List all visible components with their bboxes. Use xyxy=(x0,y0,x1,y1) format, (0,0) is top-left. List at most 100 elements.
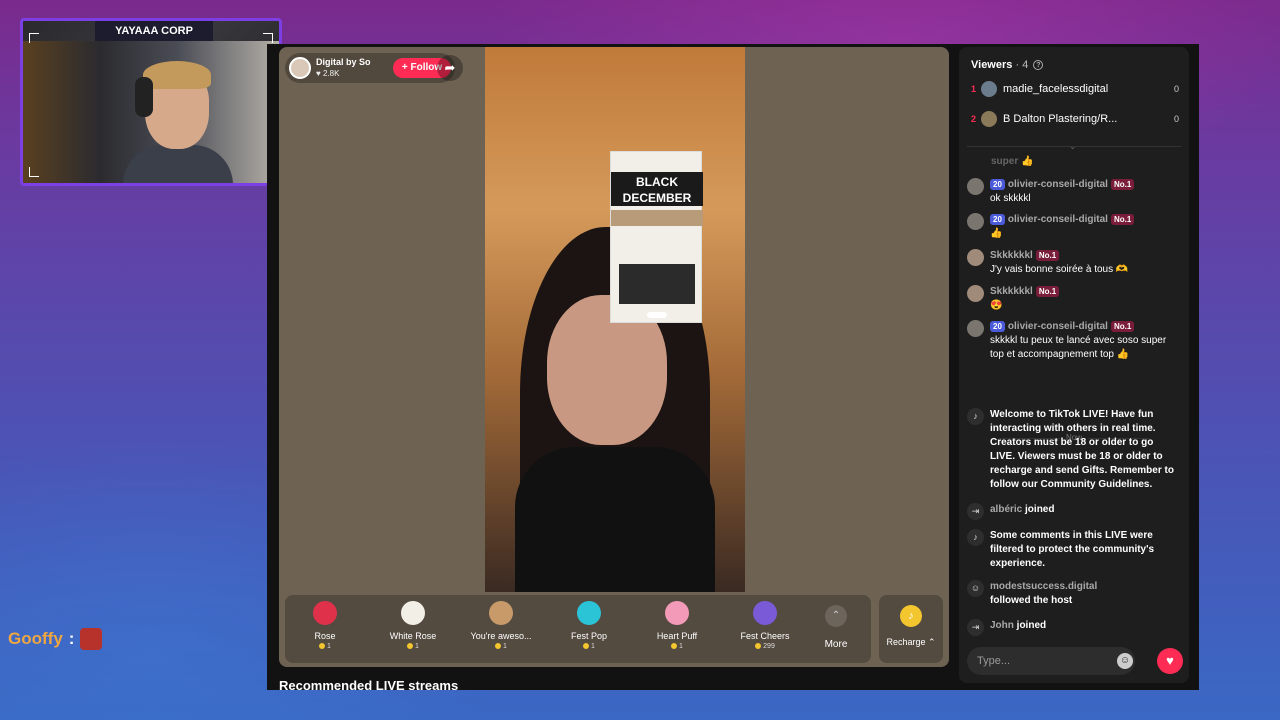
webcam-title: YAYAAA CORP xyxy=(95,21,213,41)
join-icon: ⇥ xyxy=(967,503,984,520)
gift-price: 299 xyxy=(725,643,805,650)
viewers-header: Viewers · 4 ? xyxy=(971,59,1044,71)
viewer-row[interactable]: 2 B Dalton Plastering/R... 0 xyxy=(971,110,1179,128)
viewers-label: Viewers xyxy=(971,59,1013,71)
viewer-score: 0 xyxy=(1173,84,1179,94)
level-badge: 20 xyxy=(990,179,1005,190)
avatar[interactable] xyxy=(967,178,984,195)
avatar[interactable] xyxy=(967,213,984,230)
promo-band: BLACK DECEMBER xyxy=(611,172,703,206)
gift-name: Heart Puff xyxy=(656,631,698,641)
chat-text: ok skkkkl xyxy=(990,193,1031,204)
viewer-rank: 2 xyxy=(971,114,977,124)
tiktok-icon: ♪ xyxy=(967,408,984,425)
host-info[interactable]: Digital by So ♥ 2.8K + Follow xyxy=(285,53,455,83)
tiktok-coin-icon: ♪ xyxy=(900,605,922,627)
gift-price: 1 xyxy=(285,643,365,650)
gift-name: Fest Cheers xyxy=(740,631,790,641)
white-rose-icon xyxy=(401,601,425,625)
chat-message: 20 olivier-conseil-digital No.1 👍 xyxy=(967,213,1181,241)
promo-image: BLACK DECEMBER xyxy=(610,151,703,323)
viewer-rank: 1 xyxy=(971,84,977,94)
join-action: joined xyxy=(1016,620,1047,631)
chat-panel: Viewers · 4 ? 1 madie_facelessdigital 0 … xyxy=(959,47,1189,683)
avatar[interactable] xyxy=(967,320,984,337)
join-icon: ⇥ xyxy=(967,619,984,636)
chat-text: J'y vais bonne soirée à tous 🫶 xyxy=(990,264,1129,275)
gift-price: 1 xyxy=(373,643,453,650)
gift-name: Fest Pop xyxy=(570,631,608,641)
rank-badge: No.1 xyxy=(1110,321,1135,332)
fest-cheers-icon xyxy=(753,601,777,625)
gift-price: 1 xyxy=(461,643,541,650)
chat-username[interactable]: olivier-conseil-digital xyxy=(1008,179,1108,190)
live-video[interactable]: BLACK DECEMBER xyxy=(485,47,745,592)
avatar[interactable] xyxy=(967,249,984,266)
recharge-label: Recharge ⌃ xyxy=(886,637,936,647)
chat-text: 👍 xyxy=(990,228,1003,239)
webcam-overlay: YAYAAA CORP xyxy=(20,18,282,186)
system-message: ♪ Some comments in this LIVE were filter… xyxy=(967,529,1181,571)
heart-icon[interactable]: ♥ xyxy=(1157,648,1183,674)
chat-username[interactable]: albéric xyxy=(990,504,1022,515)
chat-message: 20 olivier-conseil-digital No.1 ok skkkkl xyxy=(967,178,1181,206)
tiktok-icon: ♪ xyxy=(967,529,984,546)
avatar[interactable] xyxy=(967,285,984,302)
gift-rose[interactable]: Rose 1 xyxy=(285,601,365,659)
help-icon[interactable]: ? xyxy=(1033,60,1044,71)
chat-message: 20 olivier-conseil-digital No.1 skkkkl tu … xyxy=(967,320,1181,362)
gift-youre-awesome[interactable]: You're aweso... 1 xyxy=(461,601,541,659)
viewers-count: 4 xyxy=(1022,59,1029,71)
overlay-chat-colon: : xyxy=(68,629,75,648)
promo-line2: DECEMBER xyxy=(622,191,692,205)
partial-text: super 👍 xyxy=(991,156,1034,167)
viewer-row[interactable]: 1 madie_facelessdigital 0 xyxy=(971,80,1179,98)
rank-badge: No.1 xyxy=(1035,286,1060,297)
join-message: ⇥ albéric joined xyxy=(967,503,1181,520)
chat-message: Skkkkkkl No.1 J'y vais bonne soirée à tou… xyxy=(967,249,1181,277)
gift-name: You're aweso... xyxy=(470,631,532,641)
gift-fest-pop[interactable]: Fest Pop 1 xyxy=(549,601,629,659)
host-likes: ♥ 2.8K xyxy=(316,69,340,78)
promo-line1: BLACK xyxy=(636,175,678,189)
host-avatar[interactable] xyxy=(289,57,311,79)
headset-icon xyxy=(135,77,153,117)
chat-username[interactable]: Skkkkkkl xyxy=(990,250,1033,261)
user-follow-icon: ☺ xyxy=(967,580,984,597)
divider xyxy=(967,146,1181,147)
system-text: Welcome to TikTok LIVE! Have fun interac… xyxy=(990,409,1174,490)
viewer-score: 0 xyxy=(1173,114,1179,124)
more-gifts-button[interactable]: ⌃ More xyxy=(801,601,871,659)
share-icon[interactable]: ➦ xyxy=(437,55,463,81)
gift-name: White Rose xyxy=(389,631,437,641)
chat-username[interactable]: Skkkkkkl xyxy=(990,286,1033,297)
avatar xyxy=(981,111,997,127)
chat-username[interactable]: modestsuccess.digital xyxy=(990,581,1097,592)
cat-icon xyxy=(489,601,513,625)
gift-heart-puff[interactable]: Heart Puff 1 xyxy=(637,601,717,659)
chat-username[interactable]: John xyxy=(990,620,1014,631)
join-message: ⇥ John joined xyxy=(967,619,1181,636)
gift-price: 1 xyxy=(549,643,629,650)
emoji-icon[interactable]: ☺ xyxy=(1117,653,1133,669)
chat-message-partial: super 👍 xyxy=(991,155,1189,169)
system-text: Some comments in this LIVE were filtered… xyxy=(990,530,1155,569)
tiktok-live-window: BLACK DECEMBER Digital by So ♥ 2.8K + Fo… xyxy=(267,44,1199,693)
host-likes-count: 2.8K xyxy=(322,69,340,78)
rank-badge: No.1 xyxy=(1110,214,1135,225)
chat-input[interactable] xyxy=(967,647,1135,675)
rose-icon xyxy=(313,601,337,625)
viewer-name: madie_facelessdigital xyxy=(1003,83,1109,95)
chat-username[interactable]: olivier-conseil-digital xyxy=(1008,214,1108,225)
recharge-button[interactable]: ♪ Recharge ⌃ xyxy=(879,595,943,663)
chat-username[interactable]: olivier-conseil-digital xyxy=(1008,321,1108,332)
rank-badge: No.1 xyxy=(1110,179,1135,190)
fest-pop-icon xyxy=(577,601,601,625)
host-name[interactable]: Digital by So xyxy=(316,57,371,68)
gift-price: 1 xyxy=(637,643,717,650)
recommended-heading: Recommended LIVE streams xyxy=(279,678,459,693)
rank-badge: No.1 xyxy=(1035,250,1060,261)
chat-text: skkkkl tu peux te lancé avec soso super … xyxy=(990,335,1167,360)
gift-white-rose[interactable]: White Rose 1 xyxy=(373,601,453,659)
gift-fest-cheers[interactable]: Fest Cheers 299 xyxy=(725,601,805,659)
